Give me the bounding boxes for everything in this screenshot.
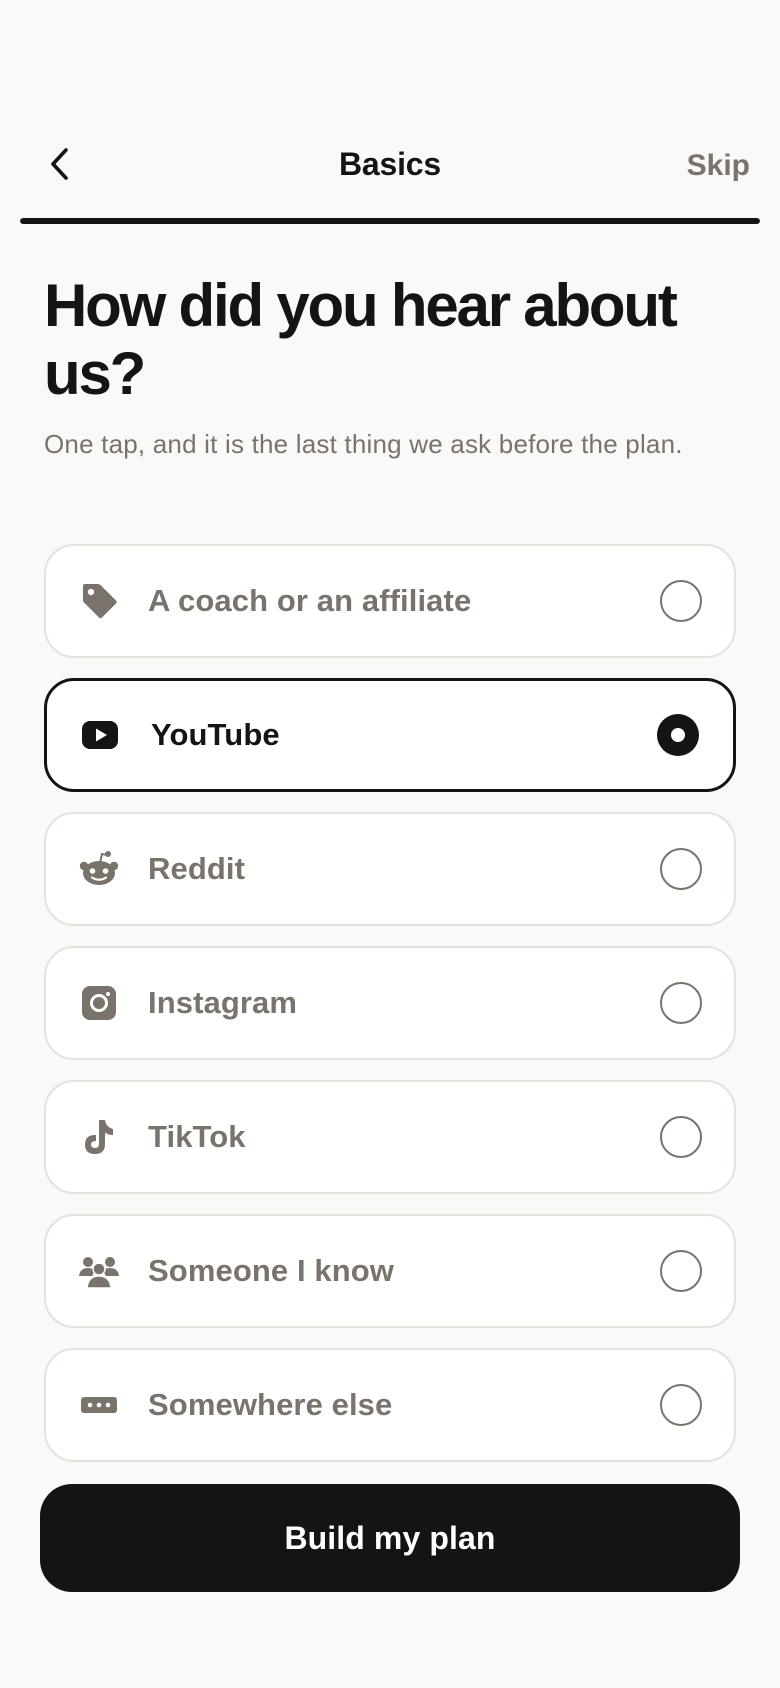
tag-icon [78, 580, 120, 622]
instagram-icon [78, 982, 120, 1024]
radio-button[interactable] [660, 1116, 702, 1158]
radio-button-selected[interactable] [657, 714, 699, 756]
question-subtitle: One tap, and it is the last thing we ask… [44, 429, 683, 459]
option-label: YouTube [151, 717, 280, 752]
option-label: A coach or an affiliate [148, 583, 472, 618]
option-label: Someone I know [148, 1253, 394, 1288]
screen: Basics Skip How did you hear about us? O… [0, 0, 780, 1688]
option-label: TikTok [148, 1119, 246, 1154]
build-plan-button[interactable]: Build my plan [40, 1484, 740, 1592]
skip-button[interactable]: Skip [687, 146, 750, 186]
radio-button[interactable] [660, 848, 702, 890]
progress-bar [20, 218, 760, 224]
option-label: Reddit [148, 851, 246, 886]
top-bar: Basics Skip [0, 130, 780, 204]
question-title: How did you hear about us? [44, 272, 678, 407]
radio-button[interactable] [660, 982, 702, 1024]
dots-icon [78, 1384, 120, 1426]
progress-fill [20, 218, 760, 224]
option-tiktok[interactable]: TikTok [44, 1080, 736, 1194]
people-icon [78, 1250, 120, 1292]
radio-button[interactable] [660, 1384, 702, 1426]
option-instagram[interactable]: Instagram [44, 946, 736, 1060]
option-coach-affiliate[interactable]: A coach or an affiliate [44, 544, 736, 658]
reddit-icon [78, 848, 120, 890]
option-label: Somewhere else [148, 1387, 393, 1422]
radio-button[interactable] [660, 1250, 702, 1292]
radio-button[interactable] [660, 580, 702, 622]
page-title: Basics [339, 146, 441, 182]
option-list: A coach or an affiliate YouTube Reddit I… [44, 544, 736, 1482]
option-label: Instagram [148, 985, 298, 1020]
option-youtube[interactable]: YouTube [44, 678, 736, 792]
option-somewhere-else[interactable]: Somewhere else [44, 1348, 736, 1462]
option-reddit[interactable]: Reddit [44, 812, 736, 926]
youtube-icon [79, 714, 121, 756]
option-someone-i-know[interactable]: Someone I know [44, 1214, 736, 1328]
tiktok-icon [78, 1116, 120, 1158]
